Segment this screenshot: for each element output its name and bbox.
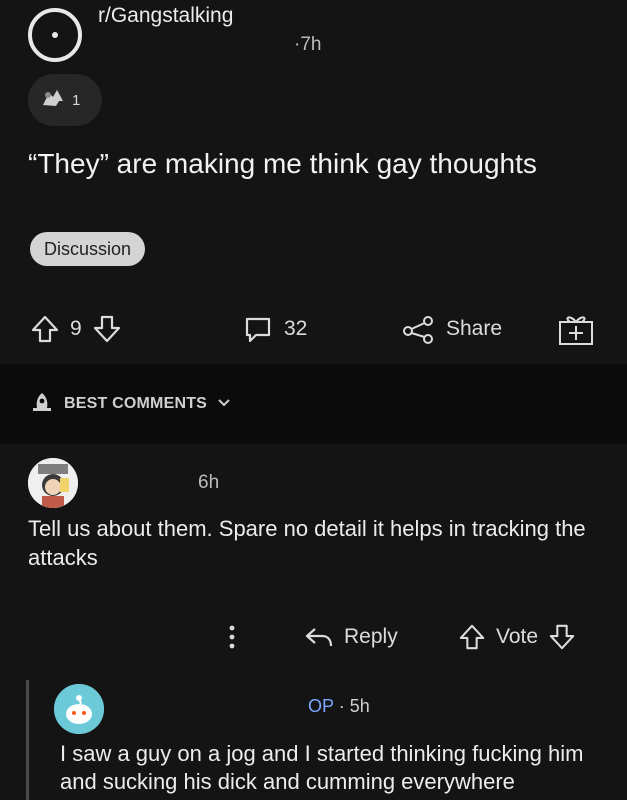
thread-line[interactable] — [26, 680, 29, 800]
award-pill[interactable]: 1 — [28, 74, 102, 126]
more-options-button[interactable] — [226, 612, 238, 662]
comment-action-bar: Reply Vote — [0, 612, 627, 662]
post-action-bar: 9 32 Share — [0, 304, 627, 354]
gift-icon — [556, 312, 596, 346]
reply-button[interactable]: Reply — [304, 612, 398, 662]
comment-time: · 5h — [338, 696, 370, 716]
vote-label: Vote — [496, 625, 539, 648]
rocket-icon — [30, 391, 54, 418]
comment-body: Tell us about them. Spare no detail it h… — [28, 516, 586, 570]
post-time: ·7h — [294, 34, 322, 55]
comment-meta: OP · 5h — [308, 696, 370, 717]
upvote-arrow-icon[interactable] — [458, 623, 486, 651]
comment-bubble-icon — [242, 313, 274, 345]
sort-label: BEST COMMENTS — [64, 395, 208, 412]
downvote-arrow-icon[interactable] — [548, 623, 576, 651]
share-icon — [400, 313, 436, 345]
comment-count: 32 — [284, 317, 308, 340]
more-vertical-icon — [226, 623, 238, 651]
downvote-arrow-icon[interactable] — [92, 314, 122, 344]
upvote-count: 9 — [70, 317, 82, 340]
post-flair[interactable]: Discussion — [30, 232, 146, 266]
share-button[interactable]: Share — [400, 304, 502, 354]
op-badge: OP — [308, 696, 334, 716]
avatar[interactable] — [28, 458, 78, 508]
subreddit-name[interactable]: r/Gangstalking — [98, 4, 233, 28]
subreddit-icon[interactable] — [28, 8, 82, 62]
share-label: Share — [446, 317, 503, 340]
comment-sort-bar[interactable]: BEST COMMENTS — [0, 364, 627, 444]
award-count: 1 — [72, 91, 81, 109]
comment-time: 6h — [198, 472, 220, 493]
comment-vote-group: Vote — [458, 612, 576, 662]
comment-body: I saw a guy on a jog and I started think… — [60, 741, 584, 794]
post-title[interactable]: “They” are making me think gay thoughts — [28, 146, 588, 182]
comments-button[interactable]: 32 — [242, 304, 307, 354]
vote-group: 9 — [30, 304, 122, 354]
upvote-arrow-icon[interactable] — [30, 314, 60, 344]
reply-arrow-icon — [304, 625, 334, 649]
reply-label: Reply — [344, 625, 398, 648]
avatar[interactable] — [54, 684, 104, 734]
gift-button[interactable] — [556, 304, 596, 354]
award-icon — [40, 87, 66, 113]
chevron-down-icon — [217, 395, 231, 413]
